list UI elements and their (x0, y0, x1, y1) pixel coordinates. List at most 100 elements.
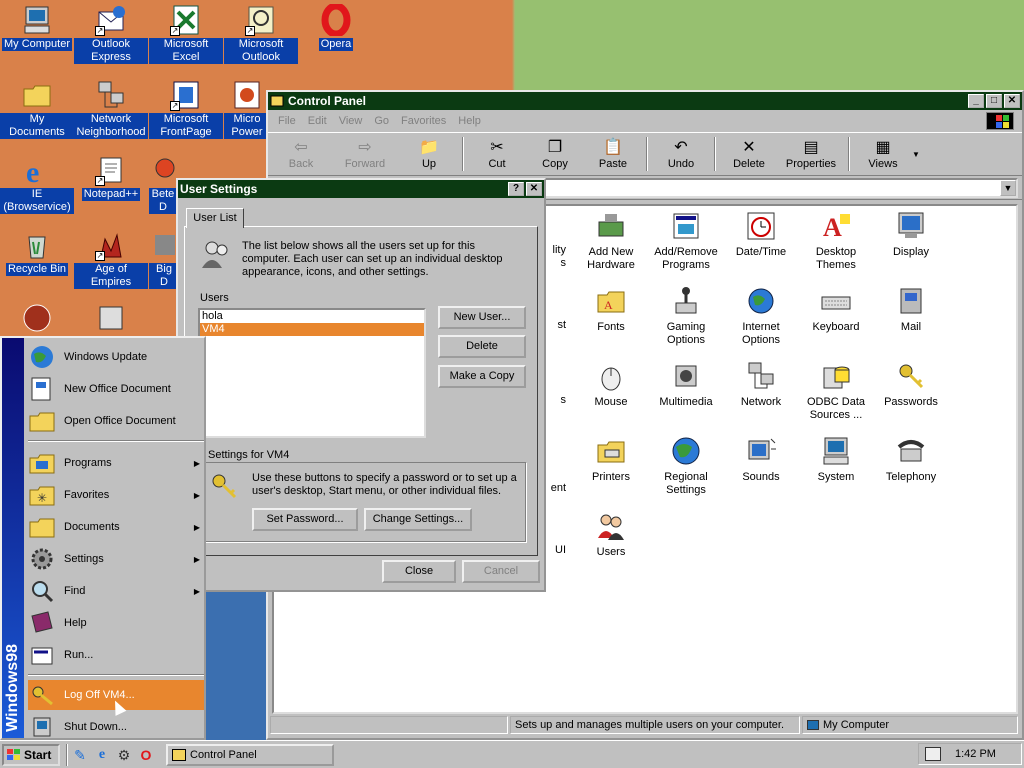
delete-user-button[interactable]: Delete (438, 335, 526, 358)
cp-item-mail[interactable]: Mail (874, 285, 948, 334)
desktop-icon-bete[interactable]: Bete D (149, 154, 177, 214)
change-settings-button[interactable]: Change Settings... (364, 508, 472, 531)
cut-button[interactable]: ✂ Cut (468, 138, 526, 170)
desktop-icon-excel[interactable]: ↗ Microsoft Excel (149, 4, 223, 64)
desktop-icon-big[interactable]: Big D (149, 229, 179, 289)
user-settings-titlebar[interactable]: User Settings ? ✕ (178, 180, 544, 198)
desktop-icon-ie[interactable]: e IE (Browservice) (0, 154, 74, 214)
paste-button[interactable]: 📋 Paste (584, 138, 642, 170)
status-text: Sets up and manages multiple users on yo… (510, 716, 800, 734)
user-list-item[interactable]: hola (200, 310, 424, 323)
cp-item-printers[interactable]: Printers (574, 435, 648, 484)
help-button[interactable]: ? (508, 182, 524, 196)
start-item-help[interactable]: Help (28, 608, 204, 638)
delete-button[interactable]: ✕ Delete (720, 138, 778, 170)
clock[interactable]: 1:42 PM (955, 748, 996, 760)
cp-item-date-time[interactable]: Date/Time (724, 210, 798, 259)
cp-item-display[interactable]: Display (874, 210, 948, 259)
close-button[interactable]: ✕ (526, 182, 542, 196)
cp-item-multimedia[interactable]: Multimedia (649, 360, 723, 409)
network-icon (745, 360, 777, 392)
desktop-icon-recycle-bin[interactable]: Recycle Bin (0, 229, 74, 276)
menu-file[interactable]: File (278, 115, 296, 127)
start-item-settings[interactable]: Settings ▶ (28, 544, 204, 574)
menu-view[interactable]: View (339, 115, 363, 127)
start-item-shut-down[interactable]: Shut Down... (28, 712, 204, 742)
users-listbox[interactable]: hola VM4 (198, 308, 426, 438)
taskbar-control-panel[interactable]: Control Panel (166, 743, 334, 766)
forward-button[interactable]: ⇨ Forward (330, 138, 400, 170)
new-user-button[interactable]: New User... (438, 306, 526, 329)
cp-item-add-new-hardware[interactable]: Add New Hardware (574, 210, 648, 272)
user-list-item-selected[interactable]: VM4 (200, 323, 424, 336)
cp-item-network[interactable]: Network (724, 360, 798, 409)
back-button[interactable]: ⇦ Back (272, 138, 330, 170)
desktop-icon-unknown-2[interactable] (74, 302, 148, 336)
make-copy-button[interactable]: Make a Copy (438, 365, 526, 388)
settings-gear-icon (28, 546, 56, 572)
opera-icon (320, 2, 352, 38)
quicklaunch-channels-icon[interactable]: ⚙ (114, 745, 134, 765)
cp-item-add-remove-programs[interactable]: Add/Remove Programs (649, 210, 723, 272)
cancel-button[interactable]: Cancel (462, 560, 540, 583)
close-button[interactable]: ✕ (1004, 94, 1020, 108)
start-item-documents[interactable]: Documents ▶ (28, 512, 204, 542)
cp-item-fonts[interactable]: A Fonts (574, 285, 648, 334)
desktop-icon-powerpoint[interactable]: Micro Power (224, 79, 270, 139)
cp-item-regional-settings[interactable]: Regional Settings (649, 435, 723, 497)
desktop-icon-frontpage[interactable]: ↗ Microsoft FrontPage (149, 79, 223, 139)
quicklaunch-notepad-icon[interactable]: ✎ (70, 745, 90, 765)
start-item-programs[interactable]: Programs ▶ (28, 448, 204, 478)
cp-item-system[interactable]: System (799, 435, 873, 484)
cp-item-keyboard[interactable]: Keyboard (799, 285, 873, 334)
cp-item-mouse[interactable]: Mouse (574, 360, 648, 409)
quicklaunch-opera-icon[interactable]: O (136, 745, 156, 765)
undo-button[interactable]: ↶ Undo (652, 138, 710, 170)
tray-app-icon[interactable] (925, 747, 941, 761)
desktop-icon-notepad[interactable]: ↗ Notepad++ (74, 154, 148, 201)
start-item-run[interactable]: Run... (28, 640, 204, 670)
start-item-open-office[interactable]: Open Office Document (28, 406, 204, 436)
desktop-icon-my-documents[interactable]: My Documents (0, 79, 74, 139)
cp-item-users[interactable]: Users (574, 510, 648, 559)
maximize-button[interactable]: □ (986, 94, 1002, 108)
views-button[interactable]: ▦ Views (854, 138, 912, 170)
cp-item-passwords[interactable]: Passwords (874, 360, 948, 409)
menu-help[interactable]: Help (458, 115, 481, 127)
tab-user-list[interactable]: User List (186, 208, 244, 228)
desktop-icon-age-of-empires[interactable]: ↗ Age of Empires (74, 229, 148, 289)
desktop-icon-my-computer[interactable]: My Computer (0, 4, 74, 51)
minimize-button[interactable]: _ (968, 94, 984, 108)
cp-item-internet-options[interactable]: Internet Options (724, 285, 798, 347)
menu-go[interactable]: Go (374, 115, 389, 127)
cp-item-telephony[interactable]: Telephony (874, 435, 948, 484)
powerpoint-icon (231, 79, 263, 111)
cp-item-sounds[interactable]: Sounds (724, 435, 798, 484)
up-button[interactable]: 📁 Up (400, 138, 458, 170)
set-password-button[interactable]: Set Password... (252, 508, 358, 531)
menu-edit[interactable]: Edit (308, 115, 327, 127)
start-item-favorites[interactable]: ✳ Favorites ▶ (28, 480, 204, 510)
views-dropdown-icon[interactable]: ▼ (912, 150, 920, 159)
desktop-icon-outlook[interactable]: ↗ Microsoft Outlook (224, 4, 298, 64)
desktop-icon-unknown-1[interactable] (0, 302, 74, 336)
cp-item-odbc[interactable]: ODBC Data Sources ... (799, 360, 873, 422)
desktop-icon-network[interactable]: Network Neighborhood (74, 79, 148, 139)
properties-button[interactable]: ▤ Properties (778, 138, 844, 170)
start-item-find[interactable]: Find ▶ (28, 576, 204, 606)
cp-item-desktop-themes[interactable]: A Desktop Themes (799, 210, 873, 272)
menu-favorites[interactable]: Favorites (401, 115, 446, 127)
start-menu[interactable]: Windows98 Windows Update New Office Docu… (0, 336, 206, 740)
start-item-windows-update[interactable]: Windows Update (28, 342, 204, 372)
address-dropdown-icon[interactable]: ▼ (1000, 179, 1016, 196)
desktop-icon-opera[interactable]: Opera (299, 2, 373, 51)
close-dialog-button[interactable]: Close (382, 560, 456, 583)
desktop-icon-outlook-express[interactable]: ↗ Outlook Express (74, 4, 148, 64)
cp-item-gaming-options[interactable]: Gaming Options (649, 285, 723, 347)
start-item-new-office[interactable]: New Office Document (28, 374, 204, 404)
control-panel-titlebar[interactable]: Control Panel _ □ ✕ (268, 92, 1022, 110)
quicklaunch-ie-icon[interactable]: e (92, 745, 112, 765)
start-button[interactable]: Start (2, 743, 60, 766)
user-settings-dialog[interactable]: User Settings ? ✕ User List The list bel… (176, 178, 546, 592)
copy-button[interactable]: ❐ Copy (526, 138, 584, 170)
